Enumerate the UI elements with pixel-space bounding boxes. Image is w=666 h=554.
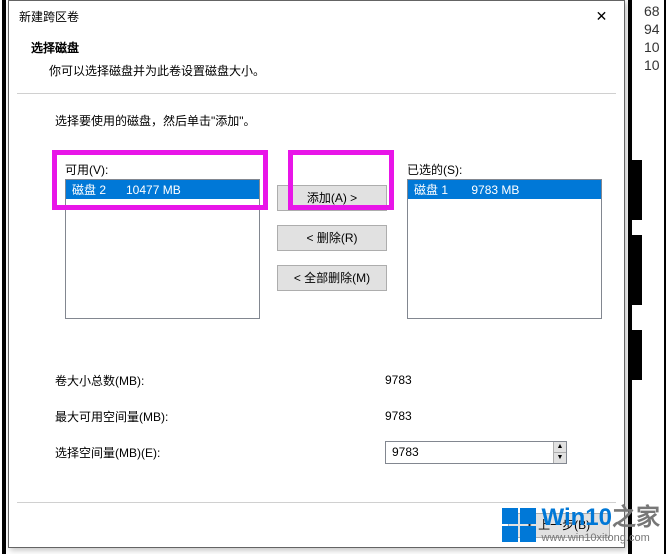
close-button[interactable]: ✕ — [579, 1, 624, 31]
spin-down-icon[interactable]: ▼ — [554, 453, 566, 463]
close-icon: ✕ — [596, 8, 608, 25]
selected-label: 已选的(S): — [407, 161, 462, 178]
page-subtitle: 你可以选择磁盘并为此卷设置磁盘大小。 — [49, 62, 602, 79]
add-button[interactable]: 添加(A) > — [277, 185, 387, 211]
max-space-value: 9783 — [385, 409, 602, 423]
available-disks-listbox[interactable]: 磁盘 2 10477 MB — [65, 179, 260, 319]
select-space-spinner[interactable]: ▲ ▼ — [385, 441, 567, 464]
new-spanned-volume-dialog: 新建跨区卷 ✕ 选择磁盘 你可以选择磁盘并为此卷设置磁盘大小。 选择要使用的磁盘… — [8, 0, 625, 548]
select-space-input[interactable] — [386, 442, 553, 463]
watermark-brand: Win10之家 — [542, 506, 660, 530]
bg-numbers: 68 94 10 10 — [644, 2, 666, 74]
available-label: 可用(V): — [65, 161, 108, 178]
available-disk-item[interactable]: 磁盘 2 10477 MB — [66, 180, 259, 199]
select-space-label: 选择空间量(MB)(E): — [55, 444, 385, 461]
windows-logo-icon — [502, 508, 536, 542]
wizard-header: 选择磁盘 你可以选择磁盘并为此卷设置磁盘大小。 — [9, 31, 624, 93]
instruction-text: 选择要使用的磁盘，然后单击"添加"。 — [55, 112, 602, 129]
watermark: Win10之家 www.win10xitong.com — [502, 506, 660, 544]
window-title: 新建跨区卷 — [19, 8, 79, 25]
page-title: 选择磁盘 — [31, 39, 602, 56]
selected-disks-listbox[interactable]: 磁盘 1 9783 MB — [407, 179, 602, 319]
spin-up-icon[interactable]: ▲ — [554, 442, 566, 453]
watermark-url: www.win10xitong.com — [542, 532, 650, 544]
total-size-label: 卷大小总数(MB): — [55, 372, 385, 389]
max-space-label: 最大可用空间量(MB): — [55, 408, 385, 425]
remove-button[interactable]: < 删除(R) — [277, 225, 387, 251]
remove-all-button[interactable]: < 全部删除(M) — [277, 265, 387, 291]
titlebar: 新建跨区卷 ✕ — [9, 1, 624, 31]
total-size-value: 9783 — [385, 373, 602, 387]
selected-disk-item[interactable]: 磁盘 1 9783 MB — [408, 180, 601, 199]
